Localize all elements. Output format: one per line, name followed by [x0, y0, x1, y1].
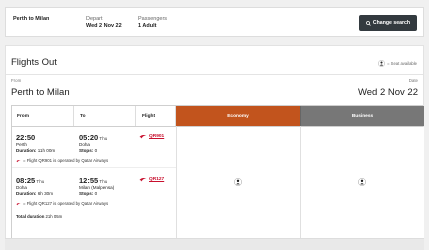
- segment-1-arrival: 05:20 Thu Doha Stops: 0: [79, 133, 135, 153]
- change-search-label: Change search: [372, 20, 411, 26]
- change-search-button[interactable]: Change search: [359, 15, 417, 31]
- arrival-time: 05:20: [79, 133, 99, 142]
- flight-number: QR901: [149, 134, 165, 139]
- flights-panel: Flights Out = Seat available From Date P…: [5, 45, 424, 250]
- divider: [6, 74, 423, 75]
- economy-seat-available-icon[interactable]: [234, 178, 242, 186]
- airline-logo-icon: [139, 135, 147, 139]
- departure-time: 08:25: [16, 176, 36, 185]
- economy-column-bg: [176, 127, 300, 247]
- operated-by-text: = Flight QR127 is operated by Qatar Airw…: [23, 201, 109, 206]
- passengers-label: Passengers: [138, 16, 168, 22]
- column-divider: [176, 126, 177, 247]
- header-flight: Flight: [136, 106, 176, 126]
- route-heading: Perth to Milan: [11, 87, 70, 98]
- search-route: Perth to Milan: [13, 16, 50, 22]
- operated-by-text: = Flight QR901 is operated by Qatar Airw…: [23, 158, 109, 163]
- stops-value: 0: [94, 190, 98, 196]
- business-column-bg: [300, 127, 424, 247]
- segment-2-departure: 08:25 Thu Doha Duration: 6h 30m: [16, 176, 74, 196]
- total-duration: Total duration 21h 05m: [16, 214, 62, 219]
- duration-label: Duration:: [16, 147, 37, 153]
- date-label: Date: [408, 78, 418, 83]
- search-depart: Depart Wed 2 Nov 22: [86, 16, 122, 29]
- flight-number-link[interactable]: QR127: [139, 177, 164, 182]
- header-business[interactable]: Business: [300, 106, 424, 126]
- departure-time: 22:50: [16, 133, 36, 142]
- seat-icon: [378, 60, 386, 67]
- segment-1-departure: 22:50 Perth Duration: 11h 00m: [16, 133, 74, 153]
- departure-day: Thu: [36, 179, 45, 184]
- footer-strip: [5, 238, 424, 250]
- depart-value: Wed 2 Nov 22: [86, 22, 122, 29]
- passengers-value: 1 Adult: [138, 22, 157, 29]
- header-from: From: [12, 106, 74, 126]
- search-passengers: Passengers 1 Adult: [138, 16, 167, 29]
- arrival-time: 12:55: [79, 176, 99, 185]
- search-icon: [366, 20, 371, 26]
- page-title: Flights Out: [11, 57, 57, 68]
- header-to: To: [74, 106, 136, 126]
- header-divider: [12, 126, 422, 127]
- seat-legend-label: = Seat available: [387, 61, 417, 66]
- airline-logo-icon: [16, 159, 21, 162]
- from-label: From: [11, 78, 22, 83]
- search-summary-bar: Perth to Milan Depart Wed 2 Nov 22 Passe…: [5, 7, 424, 37]
- airline-logo-icon: [16, 202, 21, 205]
- stops-label: Stops:: [79, 147, 94, 153]
- total-duration-value: 21h 05m: [45, 214, 63, 219]
- operated-by-note: = Flight QR127 is operated by Qatar Airw…: [16, 201, 108, 206]
- stops-label: Stops:: [79, 190, 94, 196]
- date-heading: Wed 2 Nov 22: [357, 87, 418, 98]
- header-economy[interactable]: Economy: [176, 106, 300, 126]
- total-duration-label: Total duration: [16, 214, 45, 219]
- segment-2-arrival: 12:55 Thu Milan (Malpensa) Stops: 0: [79, 176, 139, 196]
- flight-table: From To Flight Economy Business 22:50 Pe…: [11, 105, 424, 248]
- stops-value: 0: [94, 147, 98, 153]
- business-seat-available-icon[interactable]: [358, 178, 366, 186]
- operated-by-note: = Flight QR901 is operated by Qatar Airw…: [16, 158, 108, 163]
- seat-legend: = Seat available: [378, 60, 417, 67]
- duration-label: Duration:: [16, 190, 37, 196]
- arrival-day: Thu: [99, 136, 108, 141]
- flight-number-link[interactable]: QR901: [139, 134, 164, 139]
- airline-logo-icon: [139, 178, 147, 182]
- segment-divider: [12, 167, 176, 168]
- duration-value: 11h 00m: [37, 147, 56, 153]
- arrival-day: Thu: [99, 179, 108, 184]
- column-divider: [300, 126, 301, 247]
- flight-number: QR127: [149, 177, 165, 182]
- duration-value: 6h 30m: [37, 190, 54, 196]
